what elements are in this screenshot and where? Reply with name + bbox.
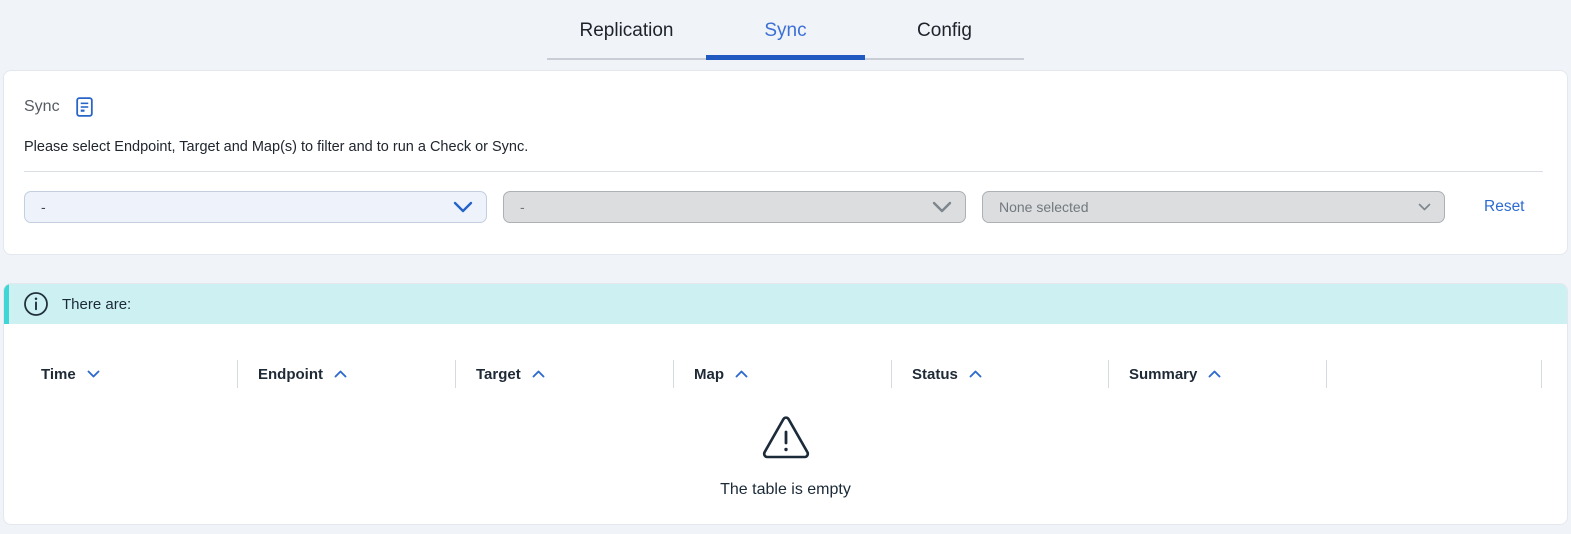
sync-results-card: There are: Time Endpoint Target (3, 283, 1568, 525)
table-empty-state: The table is empty (4, 415, 1567, 499)
column-sort-icon (532, 370, 545, 378)
column-label: Time (41, 366, 76, 383)
info-banner-text: There are: (62, 296, 131, 313)
chevron-down-icon (1418, 203, 1431, 211)
tab-sync[interactable]: Sync (706, 16, 865, 60)
table-header: Time Endpoint Target Ma (4, 357, 1567, 391)
column-header-summary[interactable]: Summary (1109, 360, 1327, 388)
tab-bar: Replication Sync Config (0, 0, 1571, 70)
column-label: Endpoint (258, 366, 323, 383)
empty-table-message: The table is empty (4, 481, 1567, 499)
column-sort-icon (735, 370, 748, 378)
endpoint-select-value: - (41, 199, 46, 215)
column-label: Status (912, 366, 958, 383)
chevron-down-icon (453, 201, 473, 213)
column-sort-icon (1208, 370, 1221, 378)
sync-filter-card: Sync Please select Endpoint, Target and … (3, 70, 1568, 255)
column-sort-icon (87, 370, 100, 378)
warning-triangle-icon (761, 415, 811, 461)
column-header-endpoint[interactable]: Endpoint (238, 360, 456, 388)
map-multiselect-value: None selected (999, 199, 1089, 215)
endpoint-select[interactable]: - (24, 191, 487, 223)
tab-config[interactable]: Config (865, 16, 1024, 60)
column-label: Map (694, 366, 724, 383)
column-label: Target (476, 366, 521, 383)
column-header-time[interactable]: Time (4, 360, 238, 388)
column-sort-icon (334, 370, 347, 378)
filter-instructions: Please select Endpoint, Target and Map(s… (4, 118, 1567, 155)
target-select-value: - (520, 199, 525, 215)
column-header-actions (1327, 360, 1542, 388)
map-multiselect[interactable]: None selected (982, 191, 1445, 223)
column-header-map[interactable]: Map (674, 360, 892, 388)
column-header-target[interactable]: Target (456, 360, 674, 388)
info-icon (23, 291, 49, 317)
tab-strip: Replication Sync Config (547, 16, 1024, 60)
reset-button[interactable]: Reset (1484, 198, 1525, 216)
page-title: Sync (24, 98, 60, 116)
divider (24, 171, 1543, 172)
document-info-icon[interactable] (74, 96, 95, 118)
info-banner: There are: (4, 284, 1567, 324)
chevron-down-icon (932, 201, 952, 213)
target-select[interactable]: - (503, 191, 966, 223)
column-header-status[interactable]: Status (892, 360, 1109, 388)
column-label: Summary (1129, 366, 1197, 383)
tab-replication[interactable]: Replication (547, 16, 706, 60)
filter-controls: - - None selected Reset (24, 191, 1567, 223)
column-sort-icon (969, 370, 982, 378)
